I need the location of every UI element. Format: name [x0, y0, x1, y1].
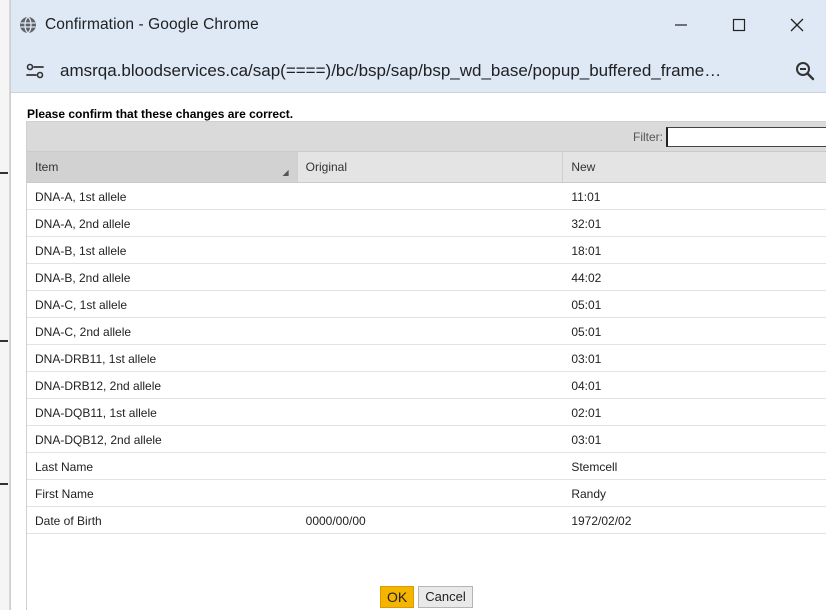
cell-item: DNA-A, 1st allele	[35, 190, 127, 204]
cell-original: 0000/00/00	[305, 514, 366, 528]
cell-new: 1972/02/02	[571, 514, 632, 528]
url-text[interactable]: amsrqa.bloodservices.ca/sap(====)/bc/bsp…	[60, 61, 721, 81]
title-bar[interactable]: Confirmation - Google Chrome	[11, 0, 826, 49]
cell-new: Randy	[571, 487, 607, 501]
filter-label: Filter:	[633, 130, 663, 144]
column-header-new[interactable]: New	[563, 152, 826, 182]
cancel-button[interactable]: Cancel	[418, 586, 473, 608]
column-header-label: Item	[35, 160, 59, 174]
maximize-button[interactable]	[710, 0, 768, 49]
window-controls	[652, 0, 826, 49]
table-row[interactable]: DNA-C, 2nd allele 05:01	[27, 318, 826, 345]
table-row[interactable]: DNA-DQB12, 2nd allele 03:01	[27, 426, 826, 453]
background-window-edge	[0, 0, 10, 610]
minimize-icon	[675, 23, 687, 26]
cell-new: 44:02	[571, 271, 602, 285]
cell-original	[298, 210, 564, 236]
cell-item: Date of Birth	[35, 514, 102, 528]
cell-item: DNA-DQB11, 1st allele	[35, 406, 157, 420]
cell-new: 05:01	[571, 298, 602, 312]
column-header-original[interactable]: Original	[298, 152, 564, 182]
changes-table: Filter: Item ◢ Original New DNA-A, 1st a…	[26, 121, 826, 610]
zoom-icon[interactable]	[794, 60, 816, 82]
cell-original	[298, 345, 564, 371]
table-row[interactable]: DNA-B, 2nd allele 44:02	[27, 264, 826, 291]
address-bar[interactable]: amsrqa.bloodservices.ca/sap(====)/bc/bsp…	[11, 49, 826, 93]
table-row[interactable]: DNA-DRB12, 2nd allele 04:01	[27, 372, 826, 399]
cell-item: First Name	[35, 487, 94, 501]
edge-mark	[0, 340, 8, 342]
cell-item: DNA-C, 2nd allele	[35, 325, 132, 339]
cell-new: 11:01	[571, 190, 601, 204]
minimize-button[interactable]	[652, 0, 710, 49]
column-header-label: Original	[305, 160, 348, 174]
dialog-content: Please confirm that these changes are co…	[11, 93, 826, 610]
cell-item: DNA-B, 1st allele	[35, 244, 127, 258]
cell-item: DNA-DRB11, 1st allele	[35, 352, 157, 366]
cell-original	[298, 291, 564, 317]
table-row[interactable]: Date of Birth 0000/00/00 1972/02/02	[27, 507, 826, 534]
confirmation-heading: Please confirm that these changes are co…	[27, 107, 294, 121]
table-row[interactable]: DNA-DQB11, 1st allele 02:01	[27, 399, 826, 426]
cell-new: 05:01	[571, 325, 602, 339]
edge-mark	[0, 483, 8, 485]
table-row[interactable]: DNA-A, 2nd allele 32:01	[27, 210, 826, 237]
cell-new: 18:01	[571, 244, 602, 258]
table-row[interactable]: DNA-A, 1st allele 11:01	[27, 183, 826, 210]
column-header-label: New	[571, 160, 596, 174]
table-row[interactable]: DNA-B, 1st allele 18:01	[27, 237, 826, 264]
table-row[interactable]: DNA-DRB11, 1st allele 03:01	[27, 345, 826, 372]
cell-original	[298, 318, 564, 344]
cell-original	[298, 480, 564, 506]
chrome-popup-window: Confirmation - Google Chrome amsrqa.bloo…	[10, 0, 826, 610]
cell-item: Last Name	[35, 460, 94, 474]
column-header-item[interactable]: Item ◢	[27, 152, 298, 182]
filter-bar: Filter:	[27, 122, 826, 151]
site-settings-icon[interactable]	[24, 60, 46, 82]
maximize-icon	[732, 18, 746, 31]
edge-mark	[0, 172, 8, 174]
cell-original	[298, 183, 564, 209]
table-row[interactable]: Last Name Stemcell	[27, 453, 826, 480]
close-button[interactable]	[768, 0, 826, 49]
table-row[interactable]: DNA-C, 1st allele 05:01	[27, 291, 826, 318]
cell-item: DNA-A, 2nd allele	[35, 217, 131, 231]
dialog-buttons: OK Cancel	[380, 586, 473, 608]
cell-new: Stemcell	[571, 460, 618, 474]
cell-item: DNA-DQB12, 2nd allele	[35, 433, 162, 447]
cell-item: DNA-B, 2nd allele	[35, 271, 131, 285]
cell-original	[298, 426, 564, 452]
ok-button[interactable]: OK	[380, 586, 415, 608]
cell-item: DNA-C, 1st allele	[35, 298, 128, 312]
cell-original	[298, 372, 564, 398]
cell-original	[298, 399, 564, 425]
close-icon	[790, 18, 804, 31]
cell-new: 32:01	[571, 217, 602, 231]
filter-input[interactable]	[666, 127, 826, 147]
cell-original	[298, 453, 564, 479]
sort-icon: ◢	[282, 168, 289, 177]
globe-icon	[20, 15, 36, 34]
cell-original	[298, 237, 564, 263]
cell-original	[298, 264, 564, 290]
cell-new: 03:01	[571, 352, 602, 366]
table-row[interactable]: First Name Randy	[27, 480, 826, 507]
cell-item: DNA-DRB12, 2nd allele	[35, 379, 162, 393]
cell-new: 04:01	[571, 379, 602, 393]
cell-new: 02:01	[571, 406, 602, 420]
cell-new: 03:01	[571, 433, 602, 447]
window-title: Confirmation - Google Chrome	[45, 15, 259, 33]
table-header: Item ◢ Original New	[27, 151, 826, 183]
